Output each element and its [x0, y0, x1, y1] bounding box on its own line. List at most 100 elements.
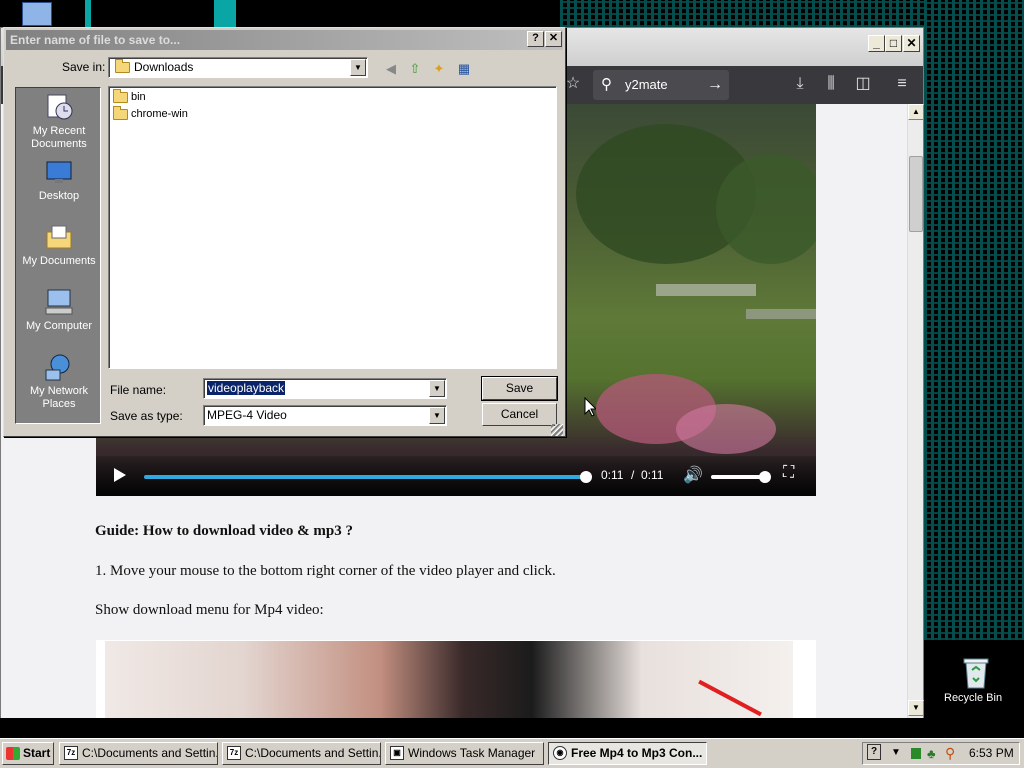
view-menu-icon[interactable]: ▦ [453, 59, 475, 79]
desktop-icon [44, 157, 74, 187]
dialog-title: Enter name of file to save to... [6, 30, 563, 50]
library-icon[interactable]: ⫼ [819, 72, 843, 96]
recycle-bin-label: Recycle Bin [944, 692, 1003, 704]
recycle-bin[interactable]: Recycle Bin [944, 656, 1008, 704]
guide-title: Guide: How to download video & mp3 ? [95, 523, 353, 539]
time-current: 0:11 [601, 468, 624, 482]
tray-network-icon[interactable]: ♣ [927, 743, 936, 764]
time-total: 0:11 [641, 468, 664, 482]
my-computer-icon [44, 287, 74, 317]
back-icon[interactable]: ◀ [380, 59, 402, 79]
save-in-label: Save in: [62, 60, 106, 74]
task-manager-icon: ▣ [390, 746, 404, 760]
desktop-pattern-top [560, 0, 924, 27]
video-figure [676, 404, 776, 454]
sidebar-icon[interactable]: ◫ [851, 72, 875, 96]
taskbar-item[interactable]: 7z C:\Documents and Settin... [222, 742, 381, 765]
list-item[interactable]: bin [113, 89, 146, 105]
desktop-stripe [214, 0, 236, 27]
place-label: My Network Places [29, 385, 89, 410]
video-controls: 0:11 / 0:11 🔊 ⛶ [96, 456, 816, 496]
taskbar-item-label: C:\Documents and Settin... [245, 746, 381, 760]
place-label: My Computer [25, 320, 93, 332]
taskbar: Start 7z C:\Documents and Settin... 7z C:\… [0, 738, 1024, 768]
scroll-up-icon[interactable]: ▲ [908, 104, 924, 120]
maximize-button[interactable]: □ [885, 35, 902, 52]
help-button[interactable]: ? [527, 31, 544, 47]
file-name-field[interactable]: videoplayback ▼ [203, 378, 447, 399]
search-bar[interactable]: ⚲ y2mate → [593, 70, 729, 100]
dialog-close-button[interactable]: ✕ [545, 31, 562, 47]
minimize-button[interactable]: _ [868, 35, 885, 52]
7zip-icon: 7z [64, 746, 78, 760]
file-list[interactable]: bin chrome-win [108, 86, 557, 369]
scroll-down-icon[interactable]: ▼ [908, 700, 924, 716]
desktop-pattern [924, 0, 1024, 640]
file-name-label: File name: [110, 383, 167, 397]
resize-grip-icon[interactable] [551, 424, 563, 436]
menu-icon[interactable]: ≡ [890, 72, 914, 96]
network-places-icon [44, 352, 74, 382]
place-label: My Recent Documents [31, 125, 87, 150]
progress-knob[interactable] [580, 471, 592, 483]
places-bar: My Recent Documents Desktop My Documents… [15, 87, 101, 424]
time-separator: / [631, 468, 635, 482]
place-desktop[interactable]: Desktop [16, 157, 102, 203]
place-label: Desktop [38, 190, 80, 202]
close-button[interactable]: ✕ [903, 35, 920, 52]
up-folder-icon[interactable]: ⇧ [404, 59, 426, 79]
save-as-type-value: MPEG-4 Video [207, 408, 287, 422]
my-documents-icon [44, 222, 74, 252]
place-recent-documents[interactable]: My Recent Documents [16, 92, 102, 151]
chevron-down-icon[interactable]: ▼ [429, 407, 445, 424]
recent-documents-icon [44, 92, 74, 122]
guide-screenshot-image [105, 641, 793, 718]
download-icon[interactable]: ⤓ [788, 72, 812, 96]
taskbar-item[interactable]: 7z C:\Documents and Settin... [59, 742, 218, 765]
place-my-documents[interactable]: My Documents [16, 222, 102, 268]
recycle-bin-icon [961, 656, 991, 690]
list-item[interactable]: chrome-win [113, 106, 188, 122]
volume-icon[interactable]: 🔊 [683, 465, 703, 485]
browser-icon: ◉ [553, 746, 567, 760]
fullscreen-icon[interactable]: ⛶ [783, 464, 794, 482]
cancel-button[interactable]: Cancel [482, 403, 557, 426]
chevron-down-icon[interactable]: ▼ [429, 380, 445, 397]
scroll-thumb[interactable] [909, 156, 923, 232]
folder-icon [113, 106, 128, 120]
save-dialog: Enter name of file to save to... ? ✕ Sav… [3, 27, 566, 437]
video-bench [746, 309, 816, 319]
7zip-icon: 7z [227, 746, 241, 760]
start-label: Start [23, 746, 51, 760]
volume-knob[interactable] [759, 471, 771, 483]
mouse-cursor-icon [584, 396, 598, 420]
desktop-icon-top [22, 2, 52, 26]
go-arrow-icon[interactable]: → [707, 70, 723, 100]
play-icon[interactable] [114, 468, 126, 482]
tray-arrow-icon[interactable]: ▼ [891, 742, 901, 763]
page-scrollbar[interactable]: ▲ ▼ [907, 104, 924, 718]
save-as-type-dropdown[interactable]: MPEG-4 Video ▼ [203, 405, 447, 426]
new-folder-icon[interactable]: ✦ [428, 59, 450, 79]
chevron-down-icon[interactable]: ▼ [350, 59, 366, 76]
help-icon[interactable]: ? [867, 744, 881, 760]
taskbar-item-label: Free Mp4 to Mp3 Con... [571, 746, 703, 760]
taskbar-item-active[interactable]: ◉ Free Mp4 to Mp3 Con... [548, 742, 707, 765]
start-button[interactable]: Start [2, 742, 54, 765]
tray-green-icon[interactable] [911, 748, 921, 759]
guide-step-2: Show download menu for Mp4 video: [95, 602, 324, 618]
place-my-computer[interactable]: My Computer [16, 287, 102, 333]
taskbar-item[interactable]: ▣ Windows Task Manager [385, 742, 544, 765]
folder-icon [113, 89, 128, 103]
image-red-arrow [698, 679, 762, 717]
video-progress-bar[interactable] [144, 471, 592, 483]
video-tree [716, 154, 816, 264]
save-in-dropdown[interactable]: Downloads ▼ [108, 57, 368, 78]
taskbar-item-label: C:\Documents and Settin... [82, 746, 218, 760]
place-network-places[interactable]: My Network Places [16, 352, 102, 411]
volume-slider[interactable] [711, 471, 771, 483]
save-button[interactable]: Save [481, 376, 558, 401]
tray-search-icon[interactable]: ⚲ [945, 743, 955, 764]
taskbar-item-label: Windows Task Manager [408, 746, 536, 760]
desktop-stripe [85, 0, 91, 27]
